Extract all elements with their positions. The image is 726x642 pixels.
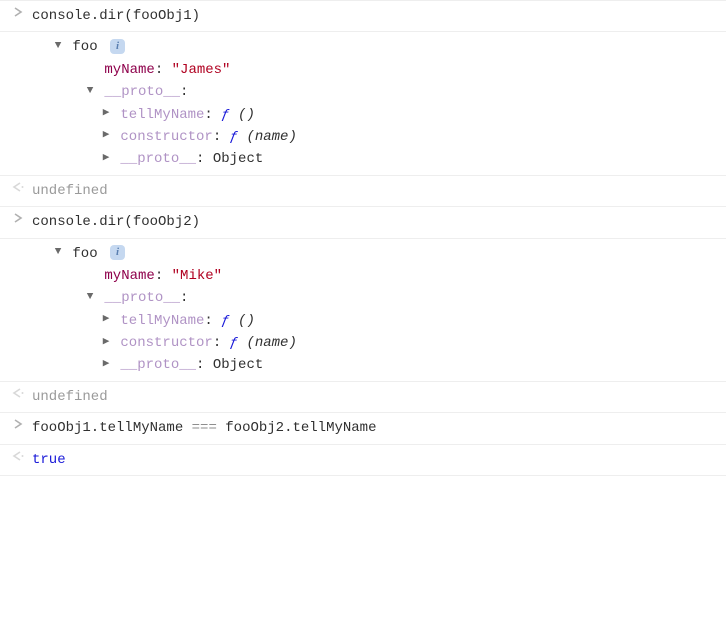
tree-method[interactable]: ▶ tellMyName: ƒ () <box>100 104 718 126</box>
console-input-row: fooObj1.tellMyName === fooObj2.tellMyNam… <box>0 412 726 443</box>
method-value: Object <box>213 151 263 167</box>
console-command[interactable]: fooObj1.tellMyName === fooObj2.tellMyNam… <box>32 417 726 439</box>
expand-arrow-right-icon[interactable]: ▶ <box>100 105 112 123</box>
console-output-row: ▼ foo i myName: "James" ▼ __proto__: ▶ t… <box>0 31 726 174</box>
constructor-name: foo <box>72 39 97 55</box>
constructor-name: foo <box>72 246 97 262</box>
return-chevron-icon <box>4 180 32 192</box>
expand-arrow-right-icon[interactable]: ▶ <box>100 150 112 168</box>
expand-arrow-right-icon[interactable]: ▶ <box>100 311 112 329</box>
proto-key: __proto__ <box>104 290 180 306</box>
console-return-row: true <box>0 444 726 476</box>
function-symbol: ƒ <box>221 313 238 329</box>
console-input-row: console.dir(fooObj1) <box>0 0 726 31</box>
method-key: tellMyName <box>120 107 204 123</box>
function-args: () <box>238 107 255 123</box>
tree-method[interactable]: ▶ __proto__: Object <box>100 354 718 376</box>
tree-property[interactable]: myName: "James" <box>84 59 718 81</box>
console-command[interactable]: console.dir(fooObj1) <box>32 5 726 27</box>
return-value: undefined <box>32 180 726 202</box>
expand-arrow-down-icon[interactable]: ▼ <box>84 289 96 307</box>
function-args: (name) <box>246 335 296 351</box>
method-key: __proto__ <box>120 357 196 373</box>
tree-root[interactable]: ▼ foo i <box>52 36 718 58</box>
info-icon[interactable]: i <box>110 245 125 260</box>
method-value: Object <box>213 357 263 373</box>
input-chevron-icon <box>4 211 32 223</box>
return-chevron-icon <box>4 386 32 398</box>
tree-property[interactable]: myName: "Mike" <box>84 265 718 287</box>
console-input-row: console.dir(fooObj2) <box>0 206 726 237</box>
tree-method[interactable]: ▶ constructor: ƒ (name) <box>100 126 718 148</box>
object-tree: ▼ foo i myName: "Mike" ▼ __proto__: ▶ te… <box>32 243 726 377</box>
function-args: (name) <box>246 129 296 145</box>
console-return-row: undefined <box>0 175 726 206</box>
expand-arrow-right-icon[interactable]: ▶ <box>100 356 112 374</box>
object-tree: ▼ foo i myName: "James" ▼ __proto__: ▶ t… <box>32 36 726 170</box>
function-args: () <box>238 313 255 329</box>
expand-arrow-down-icon[interactable]: ▼ <box>52 38 64 56</box>
expand-arrow-down-icon[interactable]: ▼ <box>52 244 64 262</box>
tree-proto[interactable]: ▼ __proto__: <box>84 81 718 103</box>
method-key: __proto__ <box>120 151 196 167</box>
input-chevron-icon <box>4 417 32 429</box>
cmd-left: fooObj1.tellMyName <box>32 420 192 436</box>
prop-key: myName <box>104 62 154 78</box>
console-output-row: ▼ foo i myName: "Mike" ▼ __proto__: ▶ te… <box>0 238 726 381</box>
input-chevron-icon <box>4 5 32 17</box>
prop-value: "James" <box>172 62 231 78</box>
expand-arrow-right-icon[interactable]: ▶ <box>100 334 112 352</box>
output-gutter <box>4 243 32 245</box>
tree-proto[interactable]: ▼ __proto__: <box>84 287 718 309</box>
tree-method[interactable]: ▶ __proto__: Object <box>100 148 718 170</box>
tree-root[interactable]: ▼ foo i <box>52 243 718 265</box>
prop-key: myName <box>104 268 154 284</box>
console-return-row: undefined <box>0 381 726 412</box>
info-icon[interactable]: i <box>110 39 125 54</box>
prop-value: "Mike" <box>172 268 222 284</box>
return-value: true <box>32 449 726 471</box>
cmd-right: fooObj2.tellMyName <box>217 420 377 436</box>
console-command[interactable]: console.dir(fooObj2) <box>32 211 726 233</box>
output-gutter <box>4 36 32 38</box>
function-symbol: ƒ <box>230 335 247 351</box>
return-value: undefined <box>32 386 726 408</box>
method-key: constructor <box>120 129 212 145</box>
method-key: constructor <box>120 335 212 351</box>
function-symbol: ƒ <box>230 129 247 145</box>
expand-arrow-down-icon[interactable]: ▼ <box>84 83 96 101</box>
return-chevron-icon <box>4 449 32 461</box>
tree-method[interactable]: ▶ constructor: ƒ (name) <box>100 332 718 354</box>
cmd-operator: === <box>192 420 217 436</box>
tree-method[interactable]: ▶ tellMyName: ƒ () <box>100 310 718 332</box>
expand-arrow-right-icon[interactable]: ▶ <box>100 127 112 145</box>
proto-key: __proto__ <box>104 84 180 100</box>
function-symbol: ƒ <box>221 107 238 123</box>
method-key: tellMyName <box>120 313 204 329</box>
